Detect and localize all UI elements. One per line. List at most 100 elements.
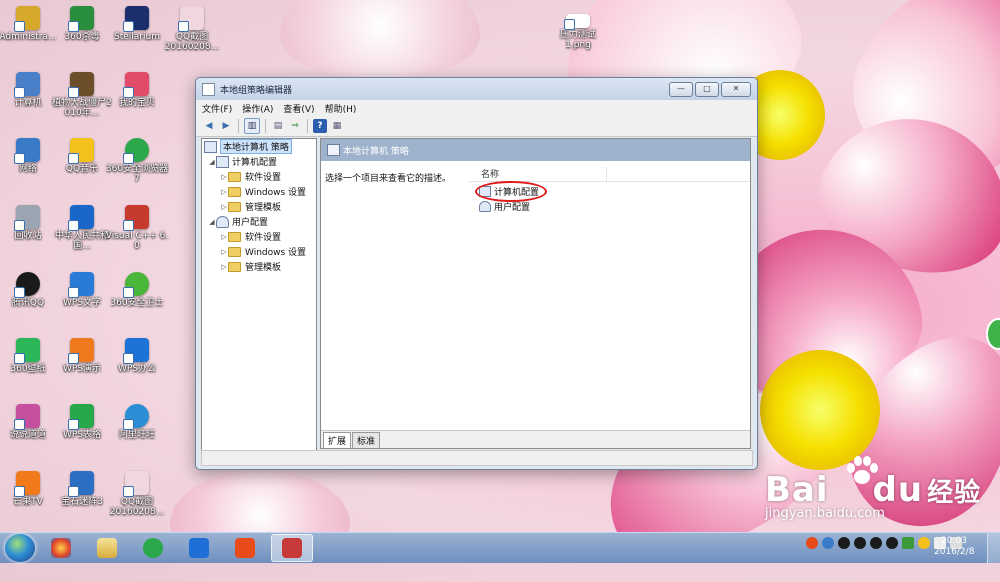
expanded-arrow-icon[interactable]: ◢ — [208, 218, 216, 226]
tab-extended[interactable]: 扩展 — [323, 432, 352, 448]
details-body: 选择一个项目来查看它的描述。 名称 计算机配置 用户配置 — [321, 161, 750, 430]
navigation-tree[interactable]: 本地计算机 策略 ◢ 计算机配置 ▷ 软件设置 ▷ Windows 设置 ▷ 管… — [201, 138, 317, 451]
folder-icon — [228, 246, 241, 257]
tree-item-user-windows-settings[interactable]: ▷ Windows 设置 — [202, 244, 316, 259]
network-tray-icon[interactable] — [822, 537, 834, 549]
computer-config-icon — [216, 155, 229, 168]
toolbar: ◀ ▶ ▥ ▤ ⇒ ? ▦ — [196, 116, 757, 137]
details-pane[interactable]: 本地计算机 策略 选择一个项目来查看它的描述。 名称 计算机配置 用户配置 扩展 — [320, 138, 751, 449]
tree-item-user-software-settings[interactable]: ▷ 软件设置 — [202, 229, 316, 244]
game-icon — [68, 471, 94, 497]
sogou-tray-icon[interactable] — [806, 537, 818, 549]
desktop-icon-qq-screenshot-1[interactable]: QQ截图 20160208... — [160, 6, 224, 52]
menu-action[interactable]: 操作(A) — [242, 102, 273, 115]
desktop-icon-360-security[interactable]: 360安全卫士 — [105, 272, 169, 308]
watermark-url: jingyan.baidu.com — [765, 506, 885, 521]
list-item-user-configuration[interactable]: 用户配置 — [479, 200, 530, 213]
help-icon[interactable]: ? — [313, 119, 327, 133]
folder-icon — [228, 186, 241, 197]
group-policy-editor-window[interactable]: 本地组策略编辑器 — □ ✕ 文件(F) 操作(A) 查看(V) 帮助(H) ◀… — [195, 77, 758, 470]
system-clock[interactable]: 20:03 2016/2/8 — [934, 536, 974, 558]
qq-tray-icon[interactable] — [854, 537, 866, 549]
watermark-brand-suffix: du — [872, 470, 924, 510]
tree-item-computer-windows-settings[interactable]: ▷ Windows 设置 — [202, 184, 316, 199]
back-arrow-icon[interactable]: ◀ — [202, 119, 216, 133]
description-text: 选择一个项目来查看它的描述。 — [325, 174, 452, 184]
desktop-icon-qq-screenshot-2[interactable]: QQ截图 20160208... — [105, 471, 169, 517]
sogou-icon — [235, 538, 255, 558]
toolbox-icon — [282, 538, 302, 558]
watermark-brand-2: 经验 — [927, 478, 982, 508]
view-icon[interactable]: ▦ — [330, 119, 344, 133]
collapsed-arrow-icon[interactable]: ▷ — [220, 248, 228, 256]
desktop-icon-my-baby[interactable]: 我的宝贝 — [105, 72, 169, 108]
tree-item-computer-software-settings[interactable]: ▷ 软件设置 — [202, 169, 316, 184]
media-player-icon — [51, 538, 71, 558]
wallpaper-icon — [14, 338, 40, 364]
maximize-button[interactable]: □ — [695, 81, 719, 97]
view-tabs: 扩展 标准 — [321, 430, 750, 448]
list-header: 名称 — [469, 167, 750, 182]
desktop-icon-aliwangwang[interactable]: 阿里旺旺 — [105, 404, 169, 440]
menu-help[interactable]: 帮助(H) — [325, 102, 357, 115]
app-icon — [14, 404, 40, 430]
qq-tray-icon[interactable] — [838, 537, 850, 549]
show-desktop-button[interactable] — [987, 533, 1000, 563]
wps-presentation-icon — [68, 338, 94, 364]
qq-penguin-icon — [14, 272, 40, 298]
tree-item-user-configuration[interactable]: ◢ 用户配置 — [202, 214, 316, 229]
taskbar-item-media[interactable] — [41, 535, 81, 561]
window-title: 本地组策略编辑器 — [220, 85, 293, 96]
menu-file[interactable]: 文件(F) — [202, 102, 232, 115]
collapsed-arrow-icon[interactable]: ▷ — [220, 203, 228, 211]
shield-icon — [68, 6, 94, 32]
tree-item-computer-configuration[interactable]: ◢ 计算机配置 — [202, 154, 316, 169]
tree-item-local-computer-policy[interactable]: 本地计算机 策略 — [202, 139, 316, 154]
folder-icon — [228, 171, 241, 182]
column-header-name[interactable]: 名称 — [469, 167, 607, 181]
desktop-icon-pressure-test-png[interactable]: 压力测试 1.png — [546, 14, 610, 50]
toolbar-separator — [307, 119, 308, 133]
collapsed-arrow-icon[interactable]: ▷ — [220, 173, 228, 181]
start-button[interactable] — [5, 534, 35, 562]
computer-icon — [14, 72, 40, 98]
qq-tray-icon[interactable] — [886, 537, 898, 549]
export-list-icon[interactable]: ⇒ — [288, 119, 302, 133]
collapsed-arrow-icon[interactable]: ▷ — [220, 188, 228, 196]
desktop-icon-wps-office[interactable]: WPS办公 — [105, 338, 169, 374]
collapsed-arrow-icon[interactable]: ▷ — [220, 233, 228, 241]
taskbar-item-sogou[interactable] — [225, 535, 265, 561]
wps-office-icon — [123, 338, 149, 364]
tab-standard[interactable]: 标准 — [352, 432, 381, 448]
browser-icon — [143, 538, 163, 558]
taskbar-item-explorer[interactable] — [87, 535, 127, 561]
forward-arrow-icon[interactable]: ▶ — [219, 119, 233, 133]
toolbar-separator — [238, 119, 239, 133]
app-tray-icon[interactable] — [918, 537, 930, 549]
close-button[interactable]: ✕ — [721, 81, 751, 97]
window-titlebar[interactable]: 本地组策略编辑器 — □ ✕ — [196, 78, 757, 100]
taskbar-item-policy-editor[interactable] — [271, 534, 313, 562]
properties-icon[interactable]: ▤ — [271, 119, 285, 133]
app-icon — [189, 538, 209, 558]
browser-icon — [123, 138, 149, 164]
collapsed-arrow-icon[interactable]: ▷ — [220, 263, 228, 271]
image-file-icon — [123, 471, 149, 497]
desktop-icon-visual-cpp[interactable]: Visual C++ 6.0 — [105, 205, 169, 251]
expanded-arrow-icon[interactable]: ◢ — [208, 158, 216, 166]
taskbar-item-360-browser[interactable] — [133, 535, 173, 561]
menu-view[interactable]: 查看(V) — [283, 102, 314, 115]
user-config-icon — [216, 215, 229, 228]
image-file-icon — [178, 6, 204, 32]
security-tray-icon[interactable] — [902, 537, 914, 549]
visual-cpp-icon — [123, 205, 149, 231]
qq-tray-icon[interactable] — [870, 537, 882, 549]
tree-item-user-admin-templates[interactable]: ▷ 管理模板 — [202, 259, 316, 274]
folder-user-icon — [14, 6, 40, 32]
desktop-icon-360-browser[interactable]: 360安全浏览器7 — [105, 138, 169, 184]
taskbar-item-360-se[interactable] — [179, 535, 219, 561]
tree-item-computer-admin-templates[interactable]: ▷ 管理模板 — [202, 199, 316, 214]
minimize-button[interactable]: — — [669, 81, 693, 97]
app-icon — [123, 72, 149, 98]
show-tree-icon[interactable]: ▥ — [244, 118, 260, 134]
